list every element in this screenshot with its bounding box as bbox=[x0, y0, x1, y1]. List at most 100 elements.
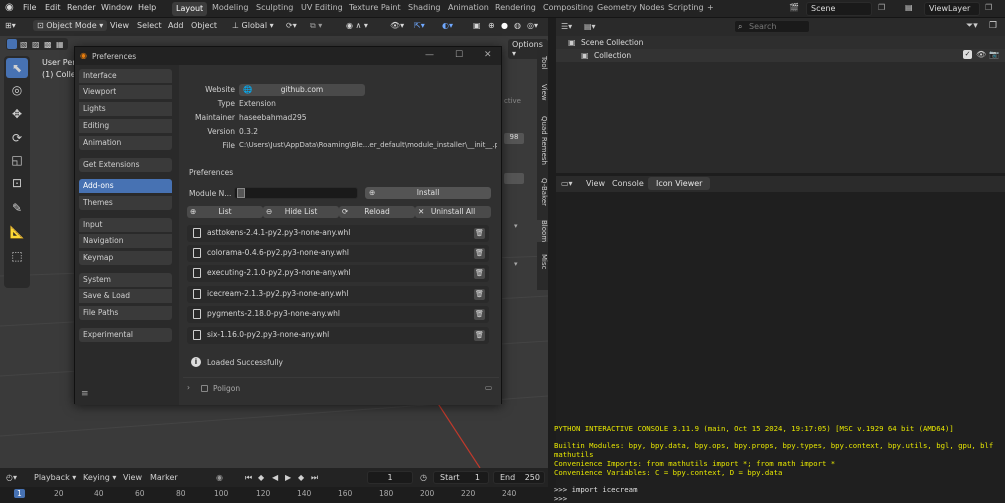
uninstall-all-button[interactable]: ✕ Uninstall All bbox=[415, 206, 491, 218]
side-chevron-2-icon[interactable]: ▾ bbox=[514, 260, 518, 268]
menu-object[interactable]: Object bbox=[191, 21, 217, 30]
annotate-tool-icon[interactable]: ✎ bbox=[6, 198, 28, 218]
menu-help[interactable]: Help bbox=[138, 3, 156, 12]
menu-view[interactable]: View bbox=[110, 21, 129, 30]
prefs-titlebar[interactable]: ◉ Preferences — ☐ ✕ bbox=[75, 47, 501, 65]
shading-rendered-icon[interactable]: ◎▾ bbox=[527, 21, 538, 30]
list-item[interactable]: asttokens-2.4.1-py2.py3-none-any.whl 🗑 bbox=[187, 225, 489, 242]
tab-shading[interactable]: Shading bbox=[408, 3, 441, 12]
play-reverse-icon[interactable]: ◀ bbox=[272, 473, 278, 482]
jump-start-icon[interactable]: ⏮ bbox=[245, 473, 252, 483]
menu-add[interactable]: Add bbox=[168, 21, 184, 30]
menu-file[interactable]: File bbox=[23, 3, 36, 12]
tab-sculpting[interactable]: Sculpting bbox=[256, 3, 293, 12]
timeline-editor-icon[interactable]: ◴▾ bbox=[6, 473, 17, 482]
outliner-search-input[interactable]: ⌕ Search bbox=[734, 20, 810, 33]
nav-keymap[interactable]: Keymap bbox=[79, 251, 172, 265]
nav-experimental[interactable]: Experimental bbox=[79, 328, 172, 342]
module-name-input[interactable] bbox=[234, 187, 358, 199]
tab-compositing[interactable]: Compositing bbox=[543, 3, 593, 12]
python-console[interactable]: ▭▾ View Console Icon Viewer bbox=[556, 176, 1005, 503]
play-icon[interactable]: ▶ bbox=[285, 473, 291, 482]
pivot-icon[interactable]: ⟳▾ bbox=[286, 21, 297, 30]
playhead-frame[interactable]: 1 bbox=[14, 489, 25, 498]
list-item[interactable]: six-1.16.0-py2.py3-none-any.whl 🗑 bbox=[187, 327, 489, 344]
add-cube-tool-icon[interactable]: ⬚ bbox=[6, 246, 28, 266]
module-picker-icon[interactable] bbox=[237, 188, 245, 198]
outliner-editor-icon[interactable]: ☰▾ bbox=[561, 22, 572, 31]
nav-system[interactable]: System bbox=[79, 273, 172, 287]
new-collection-icon[interactable]: ❐ bbox=[989, 21, 997, 31]
console-prompt[interactable]: >>> bbox=[554, 494, 567, 503]
snap-icon[interactable]: ⧉ ▾ bbox=[310, 21, 322, 31]
new-view-layer-icon[interactable]: ❐ bbox=[985, 3, 992, 12]
reload-button[interactable]: ⟳ Reload bbox=[339, 206, 415, 218]
install-button[interactable]: ⊕ Install bbox=[365, 187, 491, 199]
menu-timeline-view[interactable]: View bbox=[123, 473, 142, 482]
eye-icon[interactable]: 👁 bbox=[976, 50, 986, 59]
nav-get-extensions[interactable]: Get Extensions bbox=[79, 158, 172, 172]
measure-tool-icon[interactable]: 📐 bbox=[6, 222, 28, 242]
select-extend-icon[interactable]: ▧ bbox=[20, 40, 28, 49]
list-button[interactable]: ⊕ List bbox=[187, 206, 263, 218]
trash-icon[interactable]: 🗑 bbox=[474, 228, 485, 239]
trash-icon[interactable]: 🗑 bbox=[474, 330, 485, 341]
mode-selector[interactable]: ⊡ Object Mode ▾ bbox=[33, 20, 108, 31]
tab-bloom[interactable]: Bloom bbox=[537, 220, 548, 243]
blender-logo-icon[interactable]: ◉ bbox=[5, 2, 14, 13]
nav-themes[interactable]: Themes bbox=[79, 196, 172, 210]
tab-texture-paint[interactable]: Texture Paint bbox=[349, 3, 401, 12]
tab-quad-remesh[interactable]: Quad Remesh bbox=[537, 116, 548, 165]
nav-viewport[interactable]: Viewport bbox=[79, 85, 172, 99]
current-frame-field[interactable]: 1 bbox=[367, 471, 413, 484]
hide-list-button[interactable]: ⊖ Hide List bbox=[263, 206, 339, 218]
visibility-icon[interactable]: 👁▾ bbox=[390, 21, 404, 30]
table-row[interactable]: ▣ Scene Collection bbox=[556, 36, 1005, 49]
hamburger-menu-icon[interactable]: ≡ bbox=[81, 389, 89, 399]
orientation-selector[interactable]: ⊥ Global ▾ bbox=[232, 21, 274, 30]
menu-marker[interactable]: Marker bbox=[150, 473, 178, 482]
xray-icon[interactable]: ▣ bbox=[473, 21, 481, 30]
select-subtract-icon[interactable]: ▨ bbox=[32, 40, 40, 49]
menu-render[interactable]: Render bbox=[67, 3, 95, 12]
scene-icon[interactable]: 🎬 bbox=[789, 3, 799, 12]
minimize-icon[interactable]: — bbox=[425, 50, 434, 60]
subpanel-chevron-icon[interactable]: › bbox=[187, 383, 190, 392]
select-mode-toggles[interactable]: ▧ ▨ ▩ ▦ bbox=[6, 38, 68, 50]
table-row[interactable]: ▣ Collection ✓ 👁 📷 bbox=[556, 49, 1005, 62]
nav-add-ons[interactable]: Add-ons bbox=[79, 179, 172, 193]
view-layer-selector[interactable]: ViewLayer bbox=[924, 2, 980, 16]
website-link-button[interactable]: 🌐 github.com bbox=[239, 84, 365, 96]
maximize-icon[interactable]: ☐ bbox=[455, 50, 463, 60]
menu-playback[interactable]: Playback ▾ bbox=[34, 473, 76, 482]
console-menu-console[interactable]: Console bbox=[612, 179, 644, 188]
tab-geometry-nodes[interactable]: Geometry Nodes bbox=[597, 3, 664, 12]
next-key-icon[interactable]: ◆ bbox=[298, 473, 304, 482]
shading-wireframe-icon[interactable]: ⊕ bbox=[488, 21, 495, 30]
menu-select[interactable]: Select bbox=[137, 21, 162, 30]
nav-save-load[interactable]: Save & Load bbox=[79, 289, 172, 303]
nav-animation[interactable]: Animation bbox=[79, 136, 172, 150]
view-layer-icon[interactable]: ▤ bbox=[905, 3, 913, 12]
list-item[interactable]: icecream-2.1.3-py2.py3-none-any.whl 🗑 bbox=[187, 286, 489, 303]
tab-animation[interactable]: Animation bbox=[448, 3, 489, 12]
tab-uv-editing[interactable]: UV Editing bbox=[301, 3, 343, 12]
tab-tool[interactable]: Tool bbox=[537, 56, 548, 70]
console-editor-icon[interactable]: ▭▾ bbox=[561, 179, 573, 188]
console-menu-view[interactable]: View bbox=[586, 179, 605, 188]
add-workspace-icon[interactable]: + bbox=[707, 3, 714, 12]
list-item[interactable]: pygments-2.18.0-py3-none-any.whl 🗑 bbox=[187, 306, 489, 323]
icon-viewer-button[interactable]: Icon Viewer bbox=[648, 177, 711, 190]
tab-modeling[interactable]: Modeling bbox=[212, 3, 248, 12]
subpanel-checkbox[interactable] bbox=[201, 385, 208, 392]
shading-material-icon[interactable]: ◍ bbox=[514, 21, 521, 30]
cursor-tool-icon[interactable]: ◎ bbox=[6, 80, 28, 100]
folder-icon[interactable]: ▭ bbox=[485, 383, 492, 392]
shading-solid-icon[interactable]: ● bbox=[501, 21, 508, 30]
editor-type-icon[interactable]: ⊞▾ bbox=[5, 21, 16, 30]
tab-scripting[interactable]: Scripting bbox=[668, 3, 704, 12]
transform-tool-icon[interactable]: ⊡ bbox=[6, 173, 28, 193]
tab-rendering[interactable]: Rendering bbox=[495, 3, 536, 12]
select-box-tool-icon[interactable]: ⬉ bbox=[6, 58, 28, 78]
side-chevron-1-icon[interactable]: ▾ bbox=[514, 222, 518, 230]
